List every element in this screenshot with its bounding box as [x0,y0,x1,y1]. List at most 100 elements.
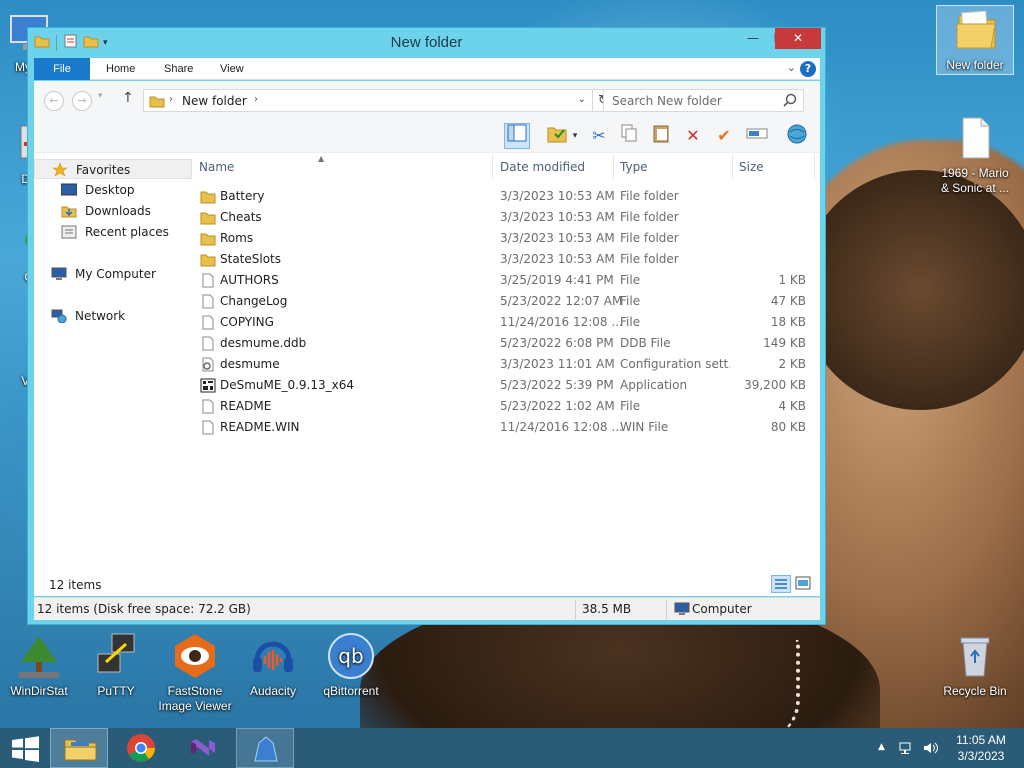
file-icon [200,273,216,288]
file-type: File [620,294,641,308]
delete-icon[interactable]: ✕ [680,123,706,149]
breadcrumb-arrow-icon[interactable]: › [254,94,258,105]
column-divider[interactable] [613,155,614,179]
chevron-down-icon[interactable]: ▾ [568,123,582,149]
file-row[interactable]: README 5/23/2022 1:02 AM File 4 KB [194,396,820,417]
qbittorrent-icon: qb [327,632,375,680]
column-size[interactable]: Size [739,160,764,174]
forward-button[interactable]: → [72,91,92,111]
nav-item-favorites[interactable]: Favorites [34,159,192,179]
nav-item-network[interactable]: Network [34,306,192,326]
navigation-pane: Favorites Desktop Downloads Recent place… [34,155,192,575]
column-divider[interactable] [814,155,815,179]
item-count: 12 items [49,578,102,592]
check-folder-icon[interactable] [544,123,570,149]
desktop-icon-faststone[interactable]: FastStone Image Viewer [156,632,234,714]
address-dropdown-chevron-icon[interactable]: ⌄ [578,94,586,105]
desktop-icon-audacity[interactable]: Audacity [234,632,312,699]
nav-item-desktop[interactable]: Desktop [34,180,192,200]
up-button[interactable]: ↑ [122,90,134,106]
status-item-count: 12 items (Disk free space: 72.2 GB) [37,602,251,616]
file-row[interactable]: Battery 3/3/2023 10:53 AM File folder [194,186,820,207]
nav-item-my-computer[interactable]: My Computer [34,264,192,284]
cut-icon[interactable]: ✂ [586,123,612,149]
help-icon[interactable]: ? [800,61,816,77]
nav-item-recent-places[interactable]: Recent places [34,222,192,242]
file-row[interactable]: desmume 3/3/2023 11:01 AM Configuration … [194,354,820,375]
copy-icon[interactable] [616,123,642,149]
app-icon [254,736,278,762]
title-bar[interactable]: ▾ New folder — ☐ ✕ [28,28,825,58]
large-icons-view-button[interactable] [794,575,812,593]
minimize-button[interactable]: — [740,28,766,49]
file-name: desmume [220,357,280,371]
rename-icon[interactable] [744,123,770,149]
desktop-icon-putty[interactable]: PuTTY [77,632,155,699]
tab-share[interactable]: Share [150,58,207,80]
desktop-icon-windirstat[interactable]: WinDirStat [0,632,78,699]
file-date: 3/3/2023 10:53 AM [500,231,615,245]
volume-icon[interactable] [922,740,938,759]
explorer-window: ▾ New folder — ☐ ✕ File Home Share View … [27,27,826,625]
tab-home[interactable]: Home [92,58,149,80]
file-row[interactable]: README.WIN 11/24/2016 12:08 ... WIN File… [194,417,820,438]
tab-view[interactable]: View [206,58,258,80]
file-row[interactable]: Roms 3/3/2023 10:53 AM File folder [194,228,820,249]
network-icon[interactable] [898,740,914,759]
column-type[interactable]: Type [620,160,648,174]
desktop-icon-mario-sonic[interactable]: 1969 - Mario & Sonic at ... [936,114,1014,196]
file-date: 5/23/2022 6:08 PM [500,336,614,350]
file-type: File [620,273,641,287]
clock[interactable]: 11:05 AM 3/3/2023 [946,732,1016,764]
chrome-icon [127,734,155,762]
tab-file[interactable]: File [34,58,90,80]
desktop-icon-recycle-bin[interactable]: Recycle Bin [936,632,1014,699]
folder-icon [200,231,216,246]
file-row[interactable]: StateSlots 3/3/2023 10:53 AM File folder [194,249,820,270]
file-row[interactable]: desmume.ddb 5/23/2022 6:08 PM DDB File 1… [194,333,820,354]
breadcrumb-arrow-icon[interactable]: › [169,94,173,105]
preview-pane-button[interactable] [504,123,530,149]
file-type: File folder [620,231,679,245]
globe-icon[interactable] [784,123,810,149]
show-hidden-icons-chevron-icon[interactable]: ▲ [878,742,885,752]
column-divider[interactable] [492,155,493,179]
details-view-button[interactable] [771,575,791,593]
file-date: 5/23/2022 5:39 PM [500,378,614,392]
file-row[interactable]: AUTHORS 3/25/2019 4:41 PM File 1 KB [194,270,820,291]
desktop-icon-new-folder[interactable]: New folder [936,5,1014,75]
breadcrumb-new-folder[interactable]: New folder [182,94,247,108]
taskbar-file-explorer[interactable] [50,728,108,768]
column-divider[interactable] [732,155,733,179]
column-name[interactable]: Name [199,160,234,174]
putty-icon [92,632,140,680]
file-row[interactable]: DeSmuME_0.9.13_x64 5/23/2022 5:39 PM App… [194,375,820,396]
file-date: 5/23/2022 1:02 AM [500,399,615,413]
file-row[interactable]: COPYING 11/24/2016 12:08 ... File 18 KB [194,312,820,333]
wallpaper-hair [800,170,1024,410]
desktop-icon-qbittorrent[interactable]: qb qBittorrent [312,632,390,699]
search-icon[interactable] [783,93,797,107]
file-row[interactable]: Cheats 3/3/2023 10:53 AM File folder [194,207,820,228]
file-row[interactable]: ChangeLog 5/23/2022 12:07 AM File 47 KB [194,291,820,312]
paste-icon[interactable] [648,123,674,149]
nav-item-downloads[interactable]: Downloads [34,201,192,221]
close-button[interactable]: ✕ [775,28,821,49]
search-box[interactable] [603,89,804,112]
taskbar-chrome[interactable] [112,728,170,768]
recent-locations-chevron-icon[interactable]: ▾ [98,91,103,101]
start-button[interactable] [0,728,50,768]
search-input[interactable] [604,90,774,111]
expand-ribbon-chevron-icon[interactable]: ⌄ [787,61,796,74]
back-button[interactable]: ← [44,91,64,111]
ribbon-tabs: File Home Share View ⌄ ? [34,58,820,80]
checkmark-icon[interactable]: ✔ [711,123,737,149]
address-bar[interactable]: › New folder › ⌄ [143,89,593,112]
file-name: DeSmuME_0.9.13_x64 [220,378,355,392]
column-date-modified[interactable]: Date modified [500,160,585,174]
file-name: ChangeLog [220,294,288,308]
file-size: 4 KB [778,399,806,413]
taskbar-visual-studio[interactable] [174,728,232,768]
file-size: 18 KB [770,315,806,329]
taskbar-app[interactable] [236,728,294,768]
